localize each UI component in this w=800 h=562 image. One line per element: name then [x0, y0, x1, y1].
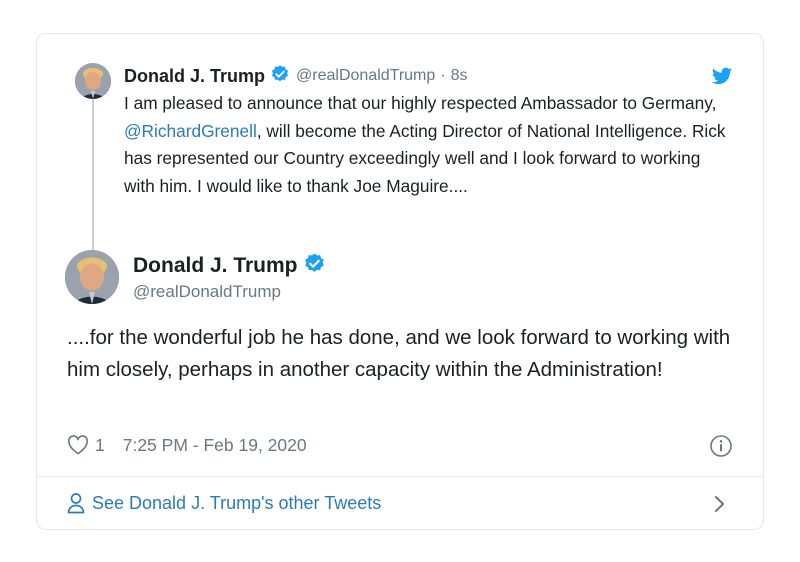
- quoted-text-part-1: I am pleased to announce that our highly…: [124, 93, 717, 113]
- author-name-row: Donald J. Trump: [133, 252, 326, 280]
- thread-connector: [92, 98, 94, 273]
- tweet-meta-row: 1 7:25 PM - Feb 19, 2020: [67, 432, 307, 458]
- tweet-timestamp[interactable]: 7:25 PM - Feb 19, 2020: [123, 435, 307, 456]
- mention-link[interactable]: @RichardGrenell: [124, 121, 257, 141]
- header-separator: ·: [440, 67, 446, 84]
- tweet-author-block: Donald J. Trump @realDonaldTrump: [133, 252, 326, 302]
- footer-divider: [37, 476, 763, 477]
- author-handle[interactable]: @realDonaldTrump: [133, 282, 326, 302]
- author-avatar[interactable]: [65, 250, 119, 304]
- see-other-tweets-label: See Donald J. Trump's other Tweets: [92, 492, 382, 513]
- like-count: 1: [95, 434, 105, 455]
- quoted-author-avatar[interactable]: [75, 63, 111, 99]
- embedded-tweet-card: Donald J. Trump @realDonaldTrump · 8s I …: [36, 33, 764, 530]
- heart-icon: [67, 435, 89, 455]
- tweet-text: ....for the wonderful job he has done, a…: [67, 326, 731, 381]
- quoted-tweet-time[interactable]: 8s: [451, 67, 468, 85]
- verified-badge-icon: [303, 252, 326, 280]
- twitter-bird-icon[interactable]: [711, 65, 733, 87]
- like-button[interactable]: 1: [67, 435, 123, 456]
- quoted-author-handle[interactable]: @realDonaldTrump: [296, 67, 435, 85]
- quoted-author-name[interactable]: Donald J. Trump: [124, 66, 265, 87]
- info-icon[interactable]: [709, 434, 733, 458]
- author-name[interactable]: Donald J. Trump: [133, 254, 298, 278]
- verified-badge-icon: [270, 64, 290, 89]
- see-other-tweets-link[interactable]: See Donald J. Trump's other Tweets: [67, 487, 733, 519]
- quoted-tweet-header: Donald J. Trump @realDonaldTrump · 8s: [124, 64, 468, 88]
- person-icon: [67, 493, 85, 514]
- chevron-right-icon[interactable]: [713, 494, 727, 514]
- quoted-tweet-text: I am pleased to announce that our highly…: [124, 90, 734, 200]
